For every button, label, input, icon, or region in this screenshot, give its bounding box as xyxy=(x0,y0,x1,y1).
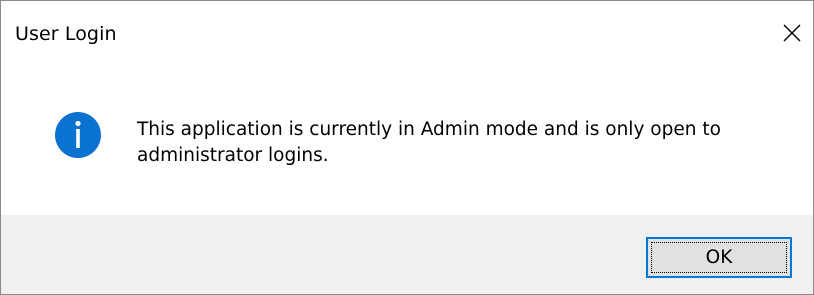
ok-button-label: OK xyxy=(705,247,733,268)
title-bar[interactable]: User Login xyxy=(1,1,813,61)
dialog-message: This application is currently in Admin m… xyxy=(137,119,721,166)
dialog-content: This application is currently in Admin m… xyxy=(1,61,813,215)
close-icon xyxy=(783,24,801,42)
info-icon xyxy=(55,112,101,158)
dialog-title: User Login xyxy=(15,23,117,45)
message-dialog: User Login This application is currently… xyxy=(0,0,814,295)
close-button[interactable] xyxy=(775,15,809,51)
dialog-footer: OK xyxy=(1,215,813,294)
ok-button[interactable]: OK xyxy=(646,237,792,278)
